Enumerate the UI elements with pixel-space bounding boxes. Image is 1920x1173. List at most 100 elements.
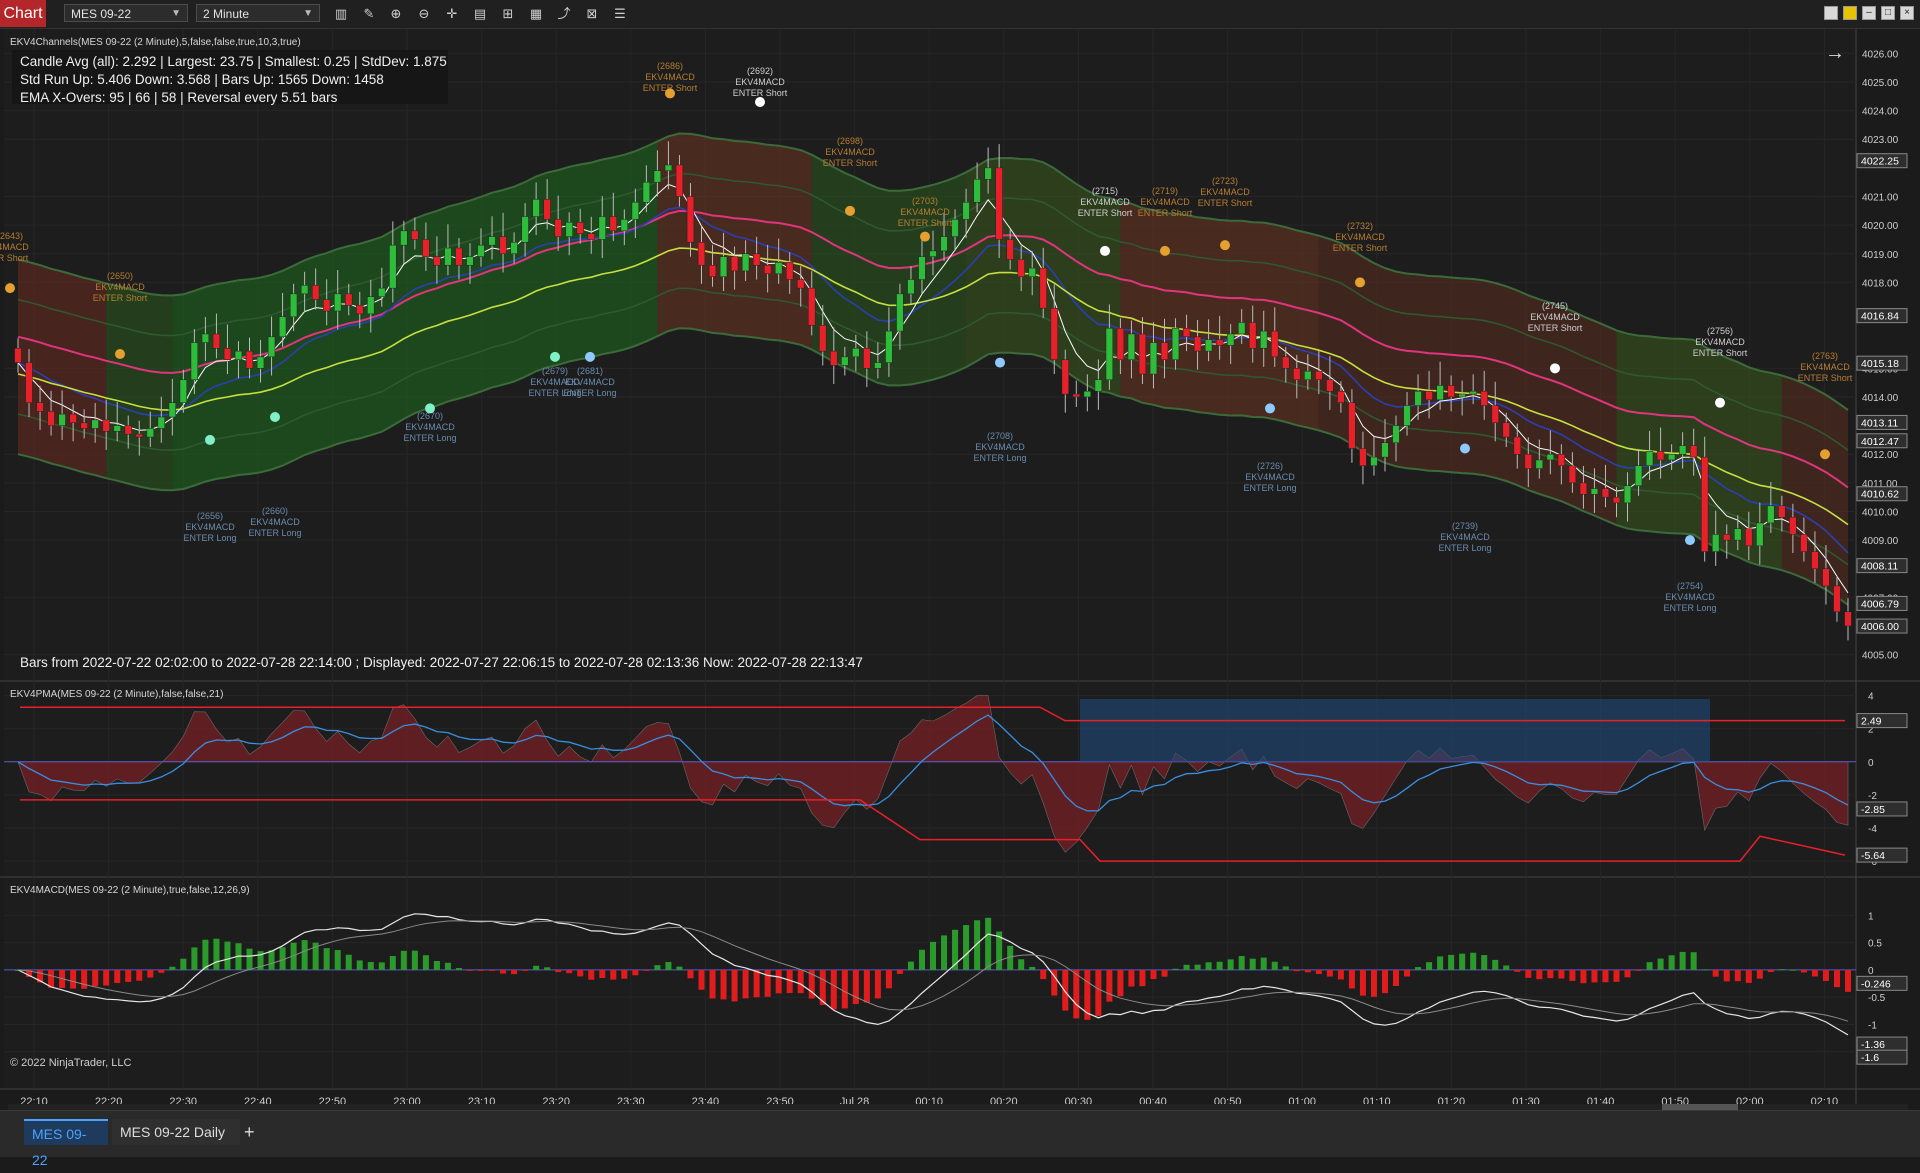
candle-up	[300, 285, 309, 295]
chart-trader-icon[interactable]: ⊞	[499, 5, 517, 23]
candle-down	[1359, 448, 1367, 466]
macd-marker-label: -1.36	[1861, 1039, 1885, 1051]
candle-up	[1756, 522, 1764, 547]
macd-histogram-bar	[1459, 953, 1466, 970]
templates-icon[interactable]: ▦	[527, 5, 545, 23]
tab-mes-09-22[interactable]: MES 09-22	[24, 1119, 108, 1168]
macd-histogram-bar	[797, 969, 804, 994]
chart-area[interactable]: (2643)V4MACDER Short(2650)EKV4MACDENTER …	[0, 29, 1920, 1109]
candle-up	[289, 293, 298, 318]
close-icon[interactable]: ×	[1900, 6, 1914, 20]
signal-action: ENTER Short	[898, 218, 953, 228]
arrow-right-icon[interactable]: →	[1825, 42, 1845, 64]
candle-up	[1414, 390, 1422, 406]
macd-histogram-bar	[1448, 954, 1455, 970]
macd-histogram-bar	[775, 969, 782, 994]
macd-histogram-bar	[1106, 969, 1113, 1002]
price-tick-label: 4014.00	[1862, 393, 1899, 404]
candle-down	[1249, 322, 1257, 349]
minimize-icon[interactable]: –	[1862, 6, 1876, 20]
candle-up	[1645, 451, 1654, 466]
signal-action: ENTER Long	[403, 433, 456, 443]
candle-down	[1193, 336, 1202, 352]
window-pin-icon[interactable]	[1824, 6, 1838, 20]
signal-dot	[1220, 240, 1230, 251]
price-tick-label: 4021.00	[1862, 193, 1899, 204]
drawing-tools-icon[interactable]: ✎	[360, 5, 378, 23]
candle-down	[1480, 390, 1488, 406]
signal-id: (2726)	[1257, 461, 1283, 471]
candle-up	[874, 362, 882, 369]
macd-histogram-bar	[918, 949, 925, 970]
macd-panel-bg	[4, 878, 1856, 1089]
macd-histogram-bar	[1723, 969, 1730, 982]
candle-up	[1734, 528, 1742, 541]
macd-histogram-bar	[731, 969, 738, 1002]
bar-style-icon[interactable]: ▥	[332, 5, 350, 23]
signal-action: ENTER Short	[1333, 243, 1388, 253]
tab-mes-09-22-daily[interactable]: MES 09-22 Daily	[112, 1119, 240, 1145]
zoom-out-icon[interactable]: ⊖	[415, 5, 433, 23]
signal-dot	[920, 231, 930, 242]
candle-up	[1667, 453, 1676, 461]
macd-histogram-bar	[577, 969, 584, 977]
macd-histogram-bar	[1602, 969, 1609, 983]
signal-name: EKV4MACD	[825, 147, 875, 157]
maximize-icon[interactable]: □	[1881, 6, 1895, 20]
signal-id: (2650)	[107, 271, 133, 281]
candle-down	[25, 362, 33, 403]
macd-histogram-bar	[1690, 952, 1697, 970]
macd-histogram-bar	[1437, 956, 1444, 970]
macd-histogram-bar	[1503, 965, 1510, 970]
signal-id: (2732)	[1347, 221, 1373, 231]
properties-icon[interactable]: ☰	[611, 5, 629, 23]
macd-histogram-bar	[1062, 969, 1069, 1011]
macd-histogram-bar	[588, 969, 595, 980]
signal-dot	[585, 351, 595, 362]
candle-down	[1337, 390, 1345, 403]
macd-histogram-bar	[1745, 969, 1752, 983]
chart-canvas[interactable]: (2643)V4MACDER Short(2650)EKV4MACDENTER …	[0, 29, 1920, 1109]
data-box-icon[interactable]: ▤	[471, 5, 489, 23]
macd-tick-label: 1	[1868, 911, 1874, 922]
price-marker-label: 4006.00	[1861, 621, 1899, 633]
candle-down	[786, 262, 794, 280]
macd-histogram-bar	[985, 917, 992, 970]
chart-menu-button[interactable]: Chart	[0, 0, 46, 27]
signal-name: EKV4MACD	[1335, 232, 1385, 242]
macd-histogram-bar	[1095, 969, 1102, 1016]
price-tick-label: 4020.00	[1862, 221, 1899, 232]
pma-highlight-zone	[1080, 698, 1710, 762]
candle-up	[1623, 485, 1632, 504]
indicators-icon[interactable]: ⊠	[583, 5, 601, 23]
candle-up	[378, 287, 386, 297]
signal-dot	[205, 434, 215, 445]
macd-histogram-bar	[466, 969, 474, 971]
macd-histogram-bar	[1293, 969, 1300, 972]
candle-up	[367, 296, 375, 315]
signal-dot	[5, 283, 15, 294]
macd-histogram-bar	[830, 969, 837, 1010]
candle-up	[1028, 267, 1036, 277]
signal-name: EKV4MACD	[1800, 362, 1850, 372]
macd-histogram-bar	[698, 969, 705, 990]
macd-marker-label: -1.6	[1861, 1052, 1879, 1064]
candle-up	[488, 236, 496, 246]
candle-down	[422, 239, 430, 257]
pma-marker-label: -2.85	[1861, 804, 1885, 816]
zoom-in-icon[interactable]: ⊕	[387, 5, 405, 23]
candle-up	[58, 413, 66, 426]
add-tab-button[interactable]: +	[236, 1119, 256, 1145]
macd-histogram-bar	[1326, 969, 1333, 977]
signal-id: (2686)	[657, 61, 683, 71]
candle-down	[1502, 422, 1510, 438]
crosshair-icon[interactable]: ✛	[443, 5, 461, 23]
instrument-selector[interactable]: MES 09-22 ▼	[64, 4, 188, 22]
candle-up	[1127, 333, 1136, 360]
copyright: © 2022 NinjaTrader, LLC	[10, 1057, 131, 1069]
candle-down	[1601, 488, 1610, 498]
interval-selector[interactable]: 2 Minute ▼	[196, 4, 320, 22]
macd-histogram-bar	[455, 968, 462, 970]
strategies-icon[interactable]: ⤴	[555, 5, 573, 23]
window-link-icon[interactable]	[1843, 6, 1857, 20]
